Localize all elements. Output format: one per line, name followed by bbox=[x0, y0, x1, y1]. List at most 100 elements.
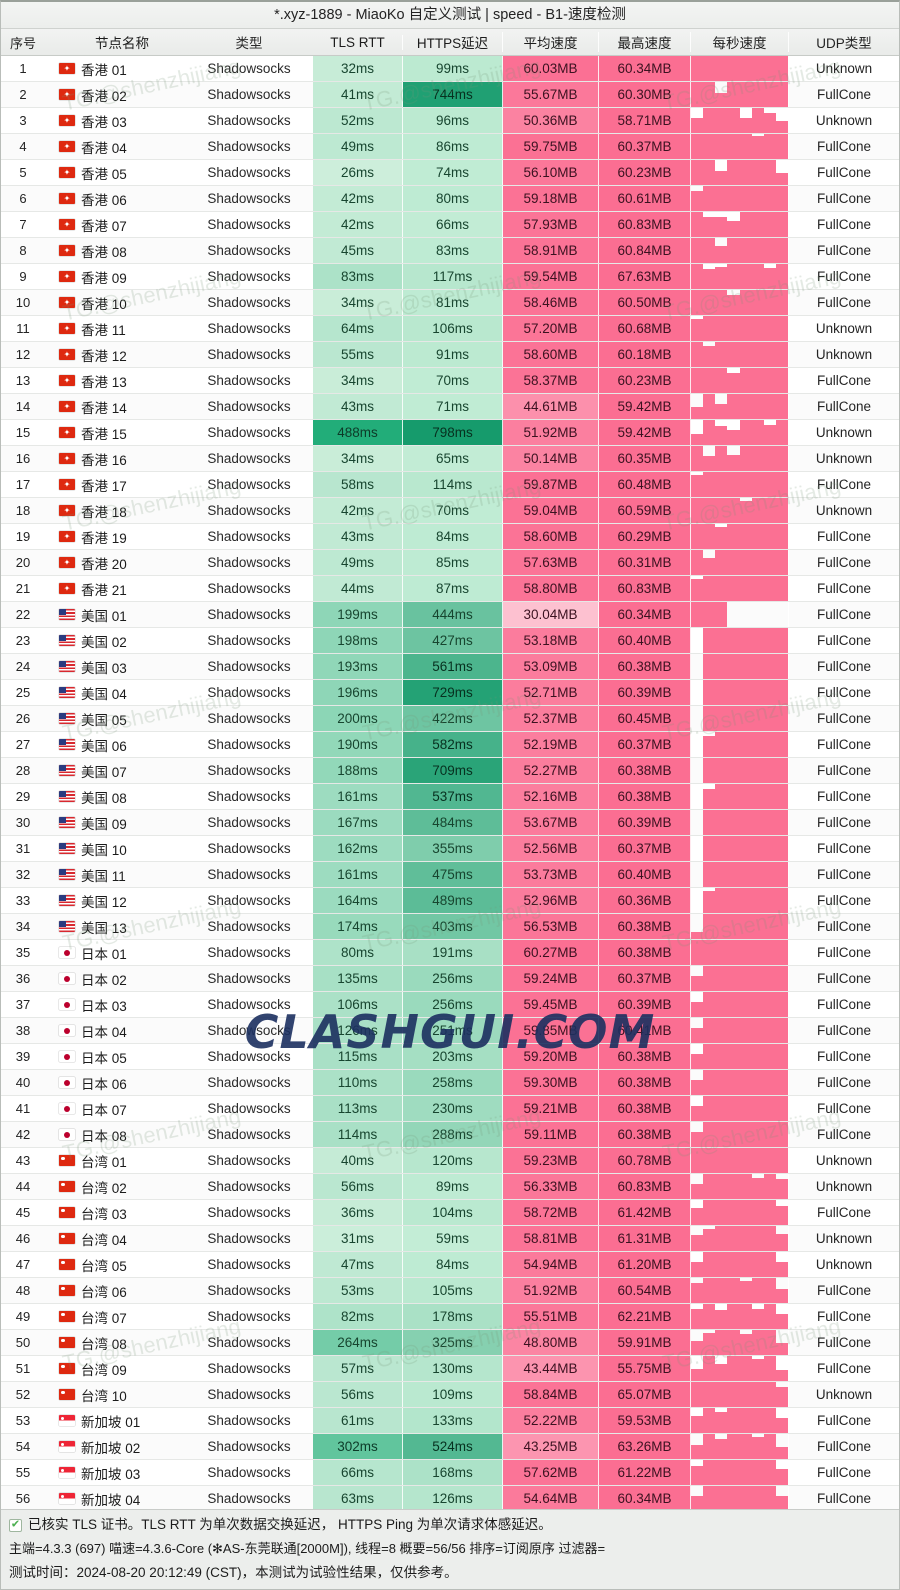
node-name-cell[interactable]: 美国 12 bbox=[45, 888, 185, 913]
node-name-cell[interactable]: 美国 02 bbox=[45, 628, 185, 653]
node-name-cell[interactable]: 美国 09 bbox=[45, 810, 185, 835]
column-header-index[interactable]: 序号 bbox=[1, 33, 45, 52]
table-row[interactable]: 10 香港 10 Shadowsocks 34ms81ms58.46MB60.50MB… bbox=[1, 290, 899, 316]
table-row[interactable]: 37 日本 03 Shadowsocks 106ms 256ms 59.45MB 60.39… bbox=[1, 992, 899, 1018]
node-name-cell[interactable]: 香港 19 bbox=[45, 524, 185, 549]
node-name-cell[interactable]: 香港 20 bbox=[45, 550, 185, 575]
node-name-cell[interactable]: 日本 03 bbox=[45, 992, 185, 1017]
node-name-cell[interactable]: 台湾 06 bbox=[45, 1278, 185, 1303]
table-row[interactable]: 15 香港 15 Shadowsocks 488ms798ms51.92MB59.42… bbox=[1, 420, 899, 446]
node-name-cell[interactable]: 香港 01 bbox=[45, 56, 185, 81]
node-name-cell[interactable]: 香港 18 bbox=[45, 498, 185, 523]
column-header-type[interactable]: 类型 bbox=[185, 32, 313, 52]
table-row[interactable]: 41 日本 07 Shadowsocks 113ms 230ms 59.21MB 60.38… bbox=[1, 1096, 899, 1122]
table-row[interactable]: 27 美国 06 Shadowsocks 190ms 582ms 52.19MB 60.37… bbox=[1, 732, 899, 758]
table-row[interactable]: 53 新加坡 01 Shadowsocks 61ms 133ms 52.22MB 59.53… bbox=[1, 1408, 899, 1434]
table-row[interactable]: 1 香港 01 Shadowsocks 32ms99ms60.03MB60.34MB U… bbox=[1, 56, 899, 82]
table-row[interactable]: 33 美国 12 Shadowsocks 164ms 489ms 52.96MB 60.36… bbox=[1, 888, 899, 914]
table-row[interactable]: 12 香港 12 Shadowsocks 55ms91ms58.60MB60.18MB… bbox=[1, 342, 899, 368]
table-row[interactable]: 2 香港 02 Shadowsocks 41ms744ms55.67MB60.30MB… bbox=[1, 82, 899, 108]
node-name-cell[interactable]: 香港 16 bbox=[45, 446, 185, 471]
node-name-cell[interactable]: 香港 15 bbox=[45, 420, 185, 445]
column-header-max-speed[interactable]: 最高速度 bbox=[599, 32, 691, 52]
table-row[interactable]: 40 日本 06 Shadowsocks 110ms 258ms 59.30MB 60.38… bbox=[1, 1070, 899, 1096]
table-row[interactable]: 31 美国 10 Shadowsocks 162ms 355ms 52.56MB 60.37… bbox=[1, 836, 899, 862]
node-name-cell[interactable]: 台湾 07 bbox=[45, 1304, 185, 1329]
table-row[interactable]: 46 台湾 04 Shadowsocks 31ms 59ms 58.81MB 61.31MB… bbox=[1, 1226, 899, 1252]
node-name-cell[interactable]: 日本 04 bbox=[45, 1018, 185, 1043]
table-row[interactable]: 52 台湾 10 Shadowsocks 56ms 109ms 58.84MB 65.07M… bbox=[1, 1382, 899, 1408]
column-header-name[interactable]: 节点名称 bbox=[45, 32, 185, 52]
node-name-cell[interactable]: 香港 12 bbox=[45, 342, 185, 367]
table-row[interactable]: 18 香港 18 Shadowsocks 42ms70ms59.04MB60.59MB… bbox=[1, 498, 899, 524]
table-row[interactable]: 30 美国 09 Shadowsocks 167ms 484ms 53.67MB 60.39… bbox=[1, 810, 899, 836]
table-row[interactable]: 45 台湾 03 Shadowsocks 36ms 104ms 58.72MB 61.42M… bbox=[1, 1200, 899, 1226]
table-row[interactable]: 50 台湾 08 Shadowsocks 264ms 325ms 48.80MB 59.91… bbox=[1, 1330, 899, 1356]
node-name-cell[interactable]: 台湾 01 bbox=[45, 1148, 185, 1173]
node-name-cell[interactable]: 香港 09 bbox=[45, 264, 185, 289]
table-row[interactable]: 36 日本 02 Shadowsocks 135ms 256ms 59.24MB 60.37… bbox=[1, 966, 899, 992]
node-name-cell[interactable]: 香港 04 bbox=[45, 134, 185, 159]
table-row[interactable]: 3 香港 03 Shadowsocks 52ms96ms50.36MB58.71MB U… bbox=[1, 108, 899, 134]
node-name-cell[interactable]: 香港 21 bbox=[45, 576, 185, 601]
node-name-cell[interactable]: 日本 02 bbox=[45, 966, 185, 991]
node-name-cell[interactable]: 香港 13 bbox=[45, 368, 185, 393]
node-name-cell[interactable]: 美国 04 bbox=[45, 680, 185, 705]
table-row[interactable]: 54 新加坡 02 Shadowsocks 302ms 524ms 43.25MB 63.2… bbox=[1, 1434, 899, 1460]
table-row[interactable]: 23 美国 02 Shadowsocks 198ms 427ms 53.18MB 60.40… bbox=[1, 628, 899, 654]
table-row[interactable]: 34 美国 13 Shadowsocks 174ms 403ms 56.53MB 60.38… bbox=[1, 914, 899, 940]
node-name-cell[interactable]: 美国 10 bbox=[45, 836, 185, 861]
node-name-cell[interactable]: 新加坡 04 bbox=[45, 1486, 185, 1511]
table-row[interactable]: 26 美国 05 Shadowsocks 200ms 422ms 52.37MB 60.45… bbox=[1, 706, 899, 732]
table-row[interactable]: 55 新加坡 03 Shadowsocks 66ms 168ms 57.62MB 61.22… bbox=[1, 1460, 899, 1486]
column-header-https-latency[interactable]: HTTPS延迟 bbox=[403, 32, 503, 52]
node-name-cell[interactable]: 美国 01 bbox=[45, 602, 185, 627]
table-row[interactable]: 49 台湾 07 Shadowsocks 82ms 178ms 55.51MB 62.21M… bbox=[1, 1304, 899, 1330]
node-name-cell[interactable]: 台湾 10 bbox=[45, 1382, 185, 1407]
node-name-cell[interactable]: 新加坡 03 bbox=[45, 1460, 185, 1485]
table-row[interactable]: 20 香港 20 Shadowsocks 49ms85ms57.63MB60.31MB… bbox=[1, 550, 899, 576]
node-name-cell[interactable]: 美国 11 bbox=[45, 862, 185, 887]
table-row[interactable]: 7 香港 07 Shadowsocks 42ms66ms57.93MB60.83MB F… bbox=[1, 212, 899, 238]
node-name-cell[interactable]: 日本 06 bbox=[45, 1070, 185, 1095]
table-row[interactable]: 5 香港 05 Shadowsocks 26ms74ms56.10MB60.23MB F… bbox=[1, 160, 899, 186]
table-row[interactable]: 44 台湾 02 Shadowsocks 56ms 89ms 56.33MB 60.83MB… bbox=[1, 1174, 899, 1200]
table-row[interactable]: 32 美国 11 Shadowsocks 161ms 475ms 53.73MB 60.40… bbox=[1, 862, 899, 888]
table-row[interactable]: 28 美国 07 Shadowsocks 188ms 709ms 52.27MB 60.38… bbox=[1, 758, 899, 784]
node-name-cell[interactable]: 香港 10 bbox=[45, 290, 185, 315]
column-header-avg-speed[interactable]: 平均速度 bbox=[503, 32, 599, 52]
table-row[interactable]: 22 美国 01 Shadowsocks 199ms 444ms 30.04MB 60.34… bbox=[1, 602, 899, 628]
table-row[interactable]: 4 香港 04 Shadowsocks 49ms86ms59.75MB60.37MB F… bbox=[1, 134, 899, 160]
table-row[interactable]: 39 日本 05 Shadowsocks 115ms 203ms 59.20MB 60.38… bbox=[1, 1044, 899, 1070]
node-name-cell[interactable]: 美国 03 bbox=[45, 654, 185, 679]
node-name-cell[interactable]: 美国 13 bbox=[45, 914, 185, 939]
node-name-cell[interactable]: 香港 05 bbox=[45, 160, 185, 185]
table-row[interactable]: 9 香港 09 Shadowsocks 83ms117ms59.54MB67.63MB… bbox=[1, 264, 899, 290]
table-row[interactable]: 8 香港 08 Shadowsocks 45ms83ms58.91MB60.84MB F… bbox=[1, 238, 899, 264]
node-name-cell[interactable]: 台湾 08 bbox=[45, 1330, 185, 1355]
node-name-cell[interactable]: 台湾 05 bbox=[45, 1252, 185, 1277]
node-name-cell[interactable]: 香港 08 bbox=[45, 238, 185, 263]
table-row[interactable]: 6 香港 06 Shadowsocks 42ms80ms59.18MB60.61MB F… bbox=[1, 186, 899, 212]
node-name-cell[interactable]: 台湾 09 bbox=[45, 1356, 185, 1381]
node-name-cell[interactable]: 日本 08 bbox=[45, 1122, 185, 1147]
table-row[interactable]: 19 香港 19 Shadowsocks 43ms84ms58.60MB60.29MB… bbox=[1, 524, 899, 550]
node-name-cell[interactable]: 台湾 03 bbox=[45, 1200, 185, 1225]
table-row[interactable]: 25 美国 04 Shadowsocks 196ms 729ms 52.71MB 60.39… bbox=[1, 680, 899, 706]
node-name-cell[interactable]: 香港 03 bbox=[45, 108, 185, 133]
node-name-cell[interactable]: 日本 07 bbox=[45, 1096, 185, 1121]
table-row[interactable]: 29 美国 08 Shadowsocks 161ms 537ms 52.16MB 60.38… bbox=[1, 784, 899, 810]
node-name-cell[interactable]: 美国 08 bbox=[45, 784, 185, 809]
node-name-cell[interactable]: 台湾 04 bbox=[45, 1226, 185, 1251]
table-row[interactable]: 38 日本 04 Shadowsocks 126ms 251ms 59.85MB 60.41… bbox=[1, 1018, 899, 1044]
table-row[interactable]: 13 香港 13 Shadowsocks 34ms70ms58.37MB60.23MB… bbox=[1, 368, 899, 394]
table-row[interactable]: 14 香港 14 Shadowsocks 43ms71ms44.61MB59.42MB… bbox=[1, 394, 899, 420]
node-name-cell[interactable]: 新加坡 01 bbox=[45, 1408, 185, 1433]
table-row[interactable]: 21 香港 21 Shadowsocks 44ms87ms58.80MB60.83MB… bbox=[1, 576, 899, 602]
table-row[interactable]: 51 台湾 09 Shadowsocks 57ms 130ms 43.44MB 55.75M… bbox=[1, 1356, 899, 1382]
node-name-cell[interactable]: 香港 17 bbox=[45, 472, 185, 497]
node-name-cell[interactable]: 台湾 02 bbox=[45, 1174, 185, 1199]
table-row[interactable]: 24 美国 03 Shadowsocks 193ms 561ms 53.09MB 60.38… bbox=[1, 654, 899, 680]
node-name-cell[interactable]: 日本 05 bbox=[45, 1044, 185, 1069]
table-row[interactable]: 17 香港 17 Shadowsocks 58ms114ms59.87MB60.48M… bbox=[1, 472, 899, 498]
